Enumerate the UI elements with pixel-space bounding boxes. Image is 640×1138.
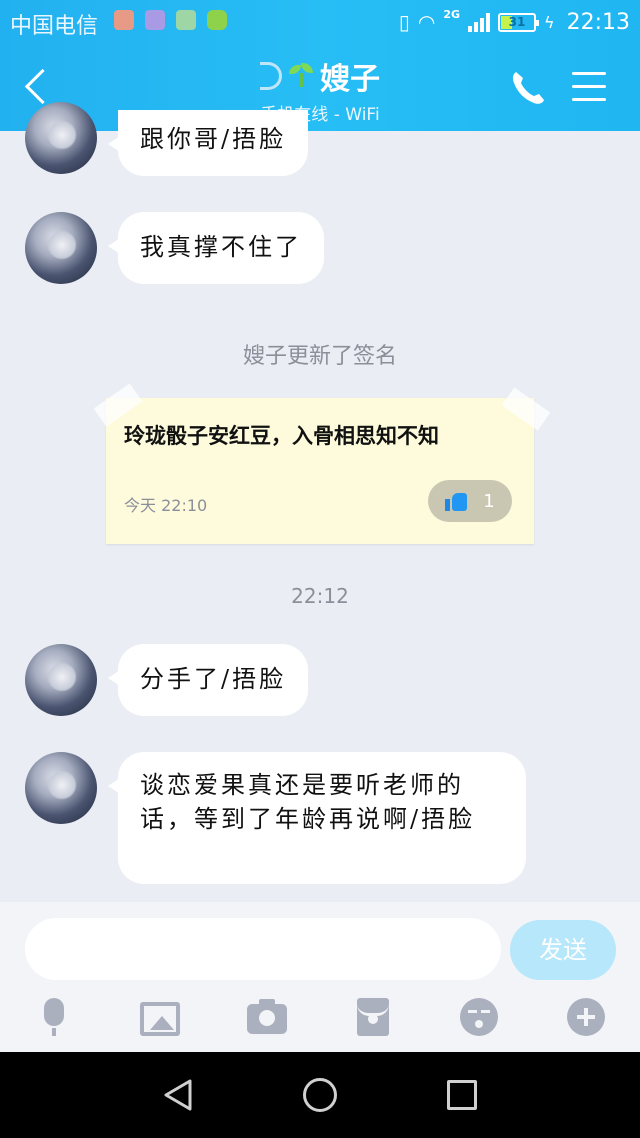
network-type-label: 2G	[443, 7, 461, 21]
status-time: 22:13	[566, 9, 630, 35]
message-bubble[interactable]: 我真撑不住了	[108, 212, 324, 284]
like-button[interactable]: 1	[428, 480, 512, 522]
input-bar: 发送	[0, 902, 640, 1052]
thumbs-up-icon	[445, 491, 468, 511]
vibrate-icon: ▯	[398, 10, 410, 34]
charging-icon: ϟ	[544, 12, 555, 32]
message-text: 分手了/捂脸	[140, 665, 287, 693]
signature-time: 今天 22:10	[124, 496, 208, 515]
tape-decoration	[501, 387, 551, 431]
wechat-notification-icon	[207, 10, 227, 30]
message-bubble[interactable]: 谈恋爱果真还是要听老师的话，等到了年龄再说啊/捂脸	[108, 752, 526, 884]
time-divider: 22:12	[291, 584, 349, 608]
system-back-icon[interactable]	[162, 1078, 194, 1112]
emoji-icon[interactable]	[457, 998, 501, 1038]
message-text: 我真撑不住了	[140, 233, 302, 261]
message-bubble[interactable]: 跟你哥/捂脸	[107, 110, 309, 176]
signature-text: 玲珑骰子安红豆，入骨相思知不知	[124, 424, 439, 448]
avatar[interactable]	[25, 102, 97, 174]
image-icon[interactable]	[140, 1002, 180, 1036]
ear-icon	[260, 62, 282, 90]
system-home-icon[interactable]	[303, 1078, 337, 1112]
signal-icon	[468, 12, 491, 32]
message-text: 跟你哥/捂脸	[140, 125, 287, 153]
message-bubble[interactable]: 分手了/捂脸	[107, 644, 309, 716]
gallery-notification-icon	[145, 10, 165, 30]
app-notification-icon	[176, 10, 196, 30]
status-icons: ▯ ◠ 2G 31 ϟ 22:13	[399, 8, 630, 36]
red-packet-icon[interactable]	[351, 998, 395, 1038]
phone-icon[interactable]	[508, 68, 548, 108]
carrier-label: 中国电信	[10, 14, 99, 39]
battery-level: 31	[508, 15, 526, 29]
system-nav-bar	[0, 1052, 640, 1138]
status-bar: 中国电信 ▯ ◠ 2G 31 ϟ 22:13	[0, 0, 640, 44]
message-input[interactable]	[25, 918, 501, 980]
avatar[interactable]	[25, 212, 97, 284]
camera-icon[interactable]	[245, 998, 289, 1038]
battery-icon: 31	[498, 12, 540, 32]
notification-app-icon	[114, 10, 134, 30]
menu-icon[interactable]	[572, 72, 606, 102]
signature-update-notice: 嫂子更新了签名	[242, 344, 397, 369]
system-recents-icon[interactable]	[447, 1080, 477, 1110]
sprout-icon	[288, 63, 314, 89]
contact-name: 嫂子	[320, 62, 380, 97]
header: 中国电信 ▯ ◠ 2G 31 ϟ 22:13 嫂子 手机在线 - WiFi	[0, 0, 640, 131]
send-button[interactable]: 发送	[510, 920, 616, 980]
avatar[interactable]	[25, 644, 97, 716]
signature-card[interactable]: 玲珑骰子安红豆，入骨相思知不知 今天 22:10 1	[93, 383, 551, 544]
plus-icon[interactable]	[564, 998, 608, 1038]
message-text: 谈恋爱果真还是要听老师的话，等到了年龄再说啊/捂脸	[140, 771, 476, 833]
microphone-icon[interactable]	[32, 998, 76, 1038]
avatar[interactable]	[25, 752, 97, 824]
like-count: 1	[483, 490, 495, 512]
wifi-icon: ◠	[417, 10, 436, 34]
